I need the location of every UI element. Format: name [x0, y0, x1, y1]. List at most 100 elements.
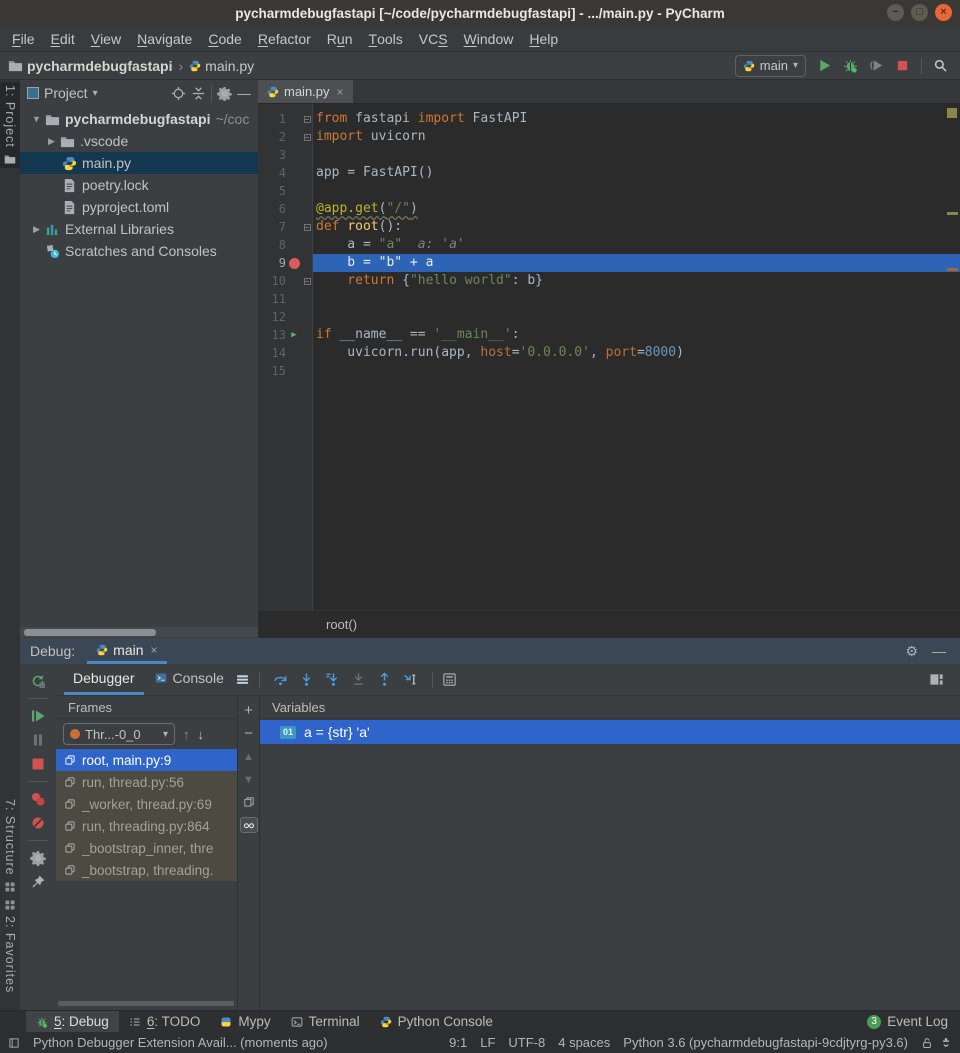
step-out-of-block-button[interactable] [347, 672, 371, 687]
run-to-cursor-button[interactable] [399, 672, 423, 687]
debug-settings-gear-icon[interactable] [30, 850, 46, 866]
view-breakpoints-button[interactable] [30, 791, 46, 807]
stripe-structure-button[interactable]: 7: Structure [0, 796, 20, 896]
stripe-favorites-button[interactable]: 2: Favorites [0, 896, 20, 996]
gear-icon[interactable]: ⚙ [905, 643, 918, 660]
code-line-14[interactable]: 14 uvicorn.run(app, host='0.0.0.0', port… [258, 344, 960, 362]
run-button[interactable] [817, 58, 832, 73]
warning-stripe-mark[interactable] [947, 212, 958, 215]
menu-view[interactable]: View [83, 26, 129, 51]
menu-help[interactable]: Help [521, 26, 566, 51]
toolwindow-toggle-icon[interactable] [8, 1037, 20, 1049]
menu-file[interactable]: File [4, 26, 43, 51]
code-line-8[interactable]: 8 a = "a" a: 'a' [258, 236, 960, 254]
toolwindow-tab-mypy[interactable]: Mypy [210, 1011, 280, 1032]
pin-icon[interactable] [30, 874, 46, 890]
copy-stack-icon[interactable] [243, 796, 255, 808]
next-frame-button[interactable]: ↓ [198, 727, 205, 742]
resume-button[interactable] [30, 708, 46, 724]
mute-breakpoints-button[interactable] [30, 815, 46, 831]
menu-edit[interactable]: Edit [43, 26, 83, 51]
breadcrumb-file[interactable]: main.py [205, 58, 254, 74]
menu-code[interactable]: Code [200, 26, 249, 51]
code-line-15[interactable]: 15 [258, 362, 960, 380]
toolwindow-tab-python-console[interactable]: Python Console [370, 1011, 503, 1032]
gear-icon[interactable] [217, 86, 232, 101]
debug-session-tab[interactable]: main × [87, 638, 166, 664]
status-widget[interactable]: UTF-8 [508, 1035, 545, 1050]
hide-panel-button[interactable]: — [237, 85, 251, 101]
code-line-7[interactable]: 7def root(): [258, 218, 960, 236]
fold-marker[interactable] [302, 278, 312, 285]
move-watch-down-button[interactable]: ▼ [243, 773, 254, 787]
toolwindow-tab-6-todo[interactable]: 6: TODO [119, 1011, 211, 1032]
tree-item-pyproject-toml[interactable]: pyproject.toml [20, 196, 258, 218]
step-over-button[interactable] [269, 672, 293, 687]
frame-row[interactable]: _worker, thread.py:69 [56, 793, 237, 815]
hector-inspections-icon[interactable] [940, 1037, 952, 1049]
minimize-button[interactable]: − [887, 4, 904, 21]
menu-vcs[interactable]: VCS [411, 26, 456, 51]
frame-row[interactable]: root, main.py:9 [56, 749, 237, 771]
thread-selector[interactable]: Thr...-0_0 ▾ [63, 723, 175, 745]
remove-watch-button[interactable]: − [244, 727, 253, 741]
menu-navigate[interactable]: Navigate [129, 26, 200, 51]
run-gutter-icon[interactable]: ▶ [286, 326, 302, 344]
maximize-button[interactable]: □ [911, 4, 928, 21]
project-hscrollbar-thumb[interactable] [24, 629, 156, 636]
chevron-down-icon[interactable]: ▼ [28, 114, 45, 124]
code-line-13[interactable]: 13▶if __name__ == '__main__': [258, 326, 960, 344]
editor-breadcrumb[interactable]: root() [258, 610, 960, 638]
menu-run[interactable]: Run [319, 26, 361, 51]
rerun-debug-button[interactable] [30, 673, 46, 689]
frame-row[interactable]: run, threading.py:864 [56, 815, 237, 837]
variable-row[interactable]: 01a = {str} 'a' [260, 720, 960, 744]
tree-item-pycharmdebugfastapi[interactable]: ▼pycharmdebugfastapi~/coc [20, 108, 258, 130]
close-icon[interactable]: × [337, 85, 344, 99]
status-widget[interactable]: LF [480, 1035, 495, 1050]
fold-marker[interactable] [302, 224, 312, 231]
force-step-into-button[interactable] [321, 672, 345, 687]
tree-item-main-py[interactable]: main.py [20, 152, 258, 174]
step-into-button[interactable] [295, 672, 319, 687]
chevron-right-icon[interactable]: ▶ [28, 224, 45, 235]
restore-layout-icon[interactable] [929, 672, 952, 687]
pause-button[interactable] [30, 732, 46, 748]
fold-marker[interactable] [302, 134, 312, 141]
project-panel-title[interactable]: Project [44, 85, 88, 101]
run-with-coverage-button[interactable] [869, 58, 884, 73]
event-log-button[interactable]: 3Event Log [867, 1014, 960, 1029]
editor-tab-mainpy[interactable]: main.py × [258, 80, 353, 103]
code-line-4[interactable]: 4app = FastAPI() [258, 164, 960, 182]
evaluate-expression-button[interactable] [442, 672, 457, 687]
breadcrumb-project[interactable]: pycharmdebugfastapi [27, 58, 172, 74]
tree-item--vscode[interactable]: ▶.vscode [20, 130, 258, 152]
status-widget[interactable]: 4 spaces [558, 1035, 610, 1050]
tree-item-scratches-and-consoles[interactable]: Scratches and Consoles [20, 240, 258, 262]
menu-tools[interactable]: Tools [361, 26, 411, 51]
chevron-down-icon[interactable]: ▾ [93, 88, 98, 99]
code-line-1[interactable]: 1from fastapi import FastAPI [258, 110, 960, 128]
chevron-right-icon[interactable]: ▶ [43, 136, 60, 147]
lock-icon[interactable] [921, 1037, 933, 1049]
frames-hscrollbar-thumb[interactable] [58, 1001, 234, 1006]
debug-button[interactable] [843, 58, 858, 73]
close-icon[interactable]: × [151, 643, 158, 657]
breakpoint-icon[interactable] [286, 258, 302, 269]
code-line-6[interactable]: 6@app.get("/") [258, 200, 960, 218]
code-line-9[interactable]: 9 b = "b" + a [258, 254, 960, 272]
hide-debug-button[interactable]: — [932, 643, 946, 659]
tab-console[interactable]: Console [146, 664, 233, 695]
stop-button[interactable] [895, 58, 910, 73]
toolwindow-tab-5-debug[interactable]: 5: Debug [26, 1011, 119, 1032]
search-everywhere-button[interactable] [933, 58, 948, 73]
menu-window[interactable]: Window [456, 26, 522, 51]
frame-row[interactable]: _bootstrap_inner, thre [56, 837, 237, 859]
step-out-button[interactable] [373, 672, 397, 687]
frame-row[interactable]: _bootstrap, threading. [56, 859, 237, 881]
previous-frame-button[interactable]: ↑ [183, 727, 190, 742]
navigation-stripe-mark[interactable] [947, 268, 958, 271]
layout-options-icon[interactable] [235, 672, 250, 687]
locate-file-icon[interactable] [171, 86, 186, 101]
frame-row[interactable]: run, thread.py:56 [56, 771, 237, 793]
